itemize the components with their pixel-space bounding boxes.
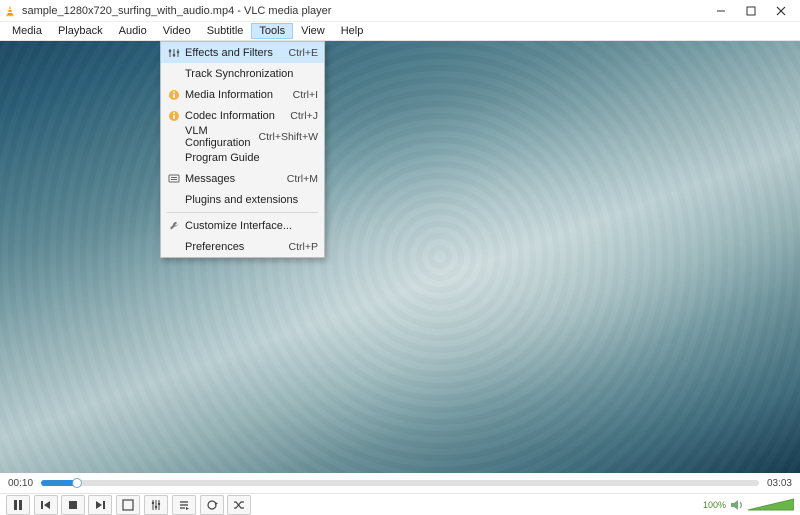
menu-label: Program Guide (183, 152, 318, 164)
menu-label: Preferences (183, 241, 289, 253)
prev-button[interactable] (34, 495, 58, 515)
time-current: 00:10 (8, 478, 33, 489)
menu-label: VLM Configuration (183, 125, 258, 149)
menu-shortcut: Ctrl+J (290, 110, 318, 122)
tools-media-information[interactable]: Media Information Ctrl+I (161, 84, 324, 105)
playlist-button[interactable] (172, 495, 196, 515)
seekbar-row: 00:10 03:03 (0, 473, 800, 493)
info-icon (165, 110, 183, 122)
close-button[interactable] (766, 1, 796, 21)
tools-messages[interactable]: Messages Ctrl+M (161, 168, 324, 189)
sliders-icon (165, 47, 183, 59)
menu-subtitle[interactable]: Subtitle (199, 23, 252, 39)
menu-label: Messages (183, 173, 287, 185)
minimize-button[interactable] (706, 1, 736, 21)
info-icon (165, 89, 183, 101)
vlc-logo-icon (4, 5, 16, 17)
seek-thumb[interactable] (72, 478, 82, 488)
time-total: 03:03 (767, 478, 792, 489)
menu-shortcut: Ctrl+P (289, 241, 318, 253)
tools-codec-information[interactable]: Codec Information Ctrl+J (161, 105, 324, 126)
messages-icon (165, 173, 183, 185)
menu-shortcut: Ctrl+M (287, 173, 318, 185)
menu-shortcut: Ctrl+I (293, 89, 318, 101)
pause-button[interactable] (6, 495, 30, 515)
menu-audio[interactable]: Audio (111, 23, 155, 39)
maximize-button[interactable] (736, 1, 766, 21)
fullscreen-button[interactable] (116, 495, 140, 515)
controls-bar: 100% (0, 493, 800, 515)
tools-plugins-and-extensions[interactable]: Plugins and extensions (161, 189, 324, 210)
speaker-icon[interactable] (730, 498, 744, 512)
tools-preferences[interactable]: Preferences Ctrl+P (161, 236, 324, 257)
menu-tools[interactable]: Tools (251, 23, 293, 39)
menu-shortcut: Ctrl+Shift+W (258, 131, 318, 143)
menu-label: Plugins and extensions (183, 194, 318, 206)
tools-dropdown: Effects and Filters Ctrl+E Track Synchro… (160, 41, 325, 258)
next-button[interactable] (88, 495, 112, 515)
stop-button[interactable] (61, 495, 85, 515)
menu-separator (167, 212, 318, 213)
menu-view[interactable]: View (293, 23, 333, 39)
menu-shortcut: Ctrl+E (289, 47, 318, 59)
menu-label: Effects and Filters (183, 47, 289, 59)
wrench-icon (165, 220, 183, 232)
menu-label: Track Synchronization (183, 68, 318, 80)
tools-customize-interface[interactable]: Customize Interface... (161, 215, 324, 236)
loop-button[interactable] (200, 495, 224, 515)
window-title: sample_1280x720_surfing_with_audio.mp4 -… (22, 5, 706, 17)
menu-media[interactable]: Media (4, 23, 50, 39)
menu-label: Codec Information (183, 110, 290, 122)
shuffle-button[interactable] (227, 495, 251, 515)
video-area[interactable]: Effects and Filters Ctrl+E Track Synchro… (0, 41, 800, 473)
tools-program-guide[interactable]: Program Guide (161, 147, 324, 168)
tools-effects-and-filters[interactable]: Effects and Filters Ctrl+E (161, 42, 324, 63)
seek-slider[interactable] (41, 480, 759, 486)
volume-percent: 100% (703, 500, 726, 510)
tools-track-synchronization[interactable]: Track Synchronization (161, 63, 324, 84)
extended-settings-button[interactable] (144, 495, 168, 515)
menu-video[interactable]: Video (155, 23, 199, 39)
menu-playback[interactable]: Playback (50, 23, 111, 39)
menu-label: Media Information (183, 89, 293, 101)
titlebar: sample_1280x720_surfing_with_audio.mp4 -… (0, 0, 800, 22)
menu-label: Customize Interface... (183, 220, 318, 232)
tools-vlm-configuration[interactable]: VLM Configuration Ctrl+Shift+W (161, 126, 324, 147)
menu-help[interactable]: Help (333, 23, 372, 39)
menubar: Media Playback Audio Video Subtitle Tool… (0, 22, 800, 41)
volume-slider[interactable] (748, 498, 794, 512)
